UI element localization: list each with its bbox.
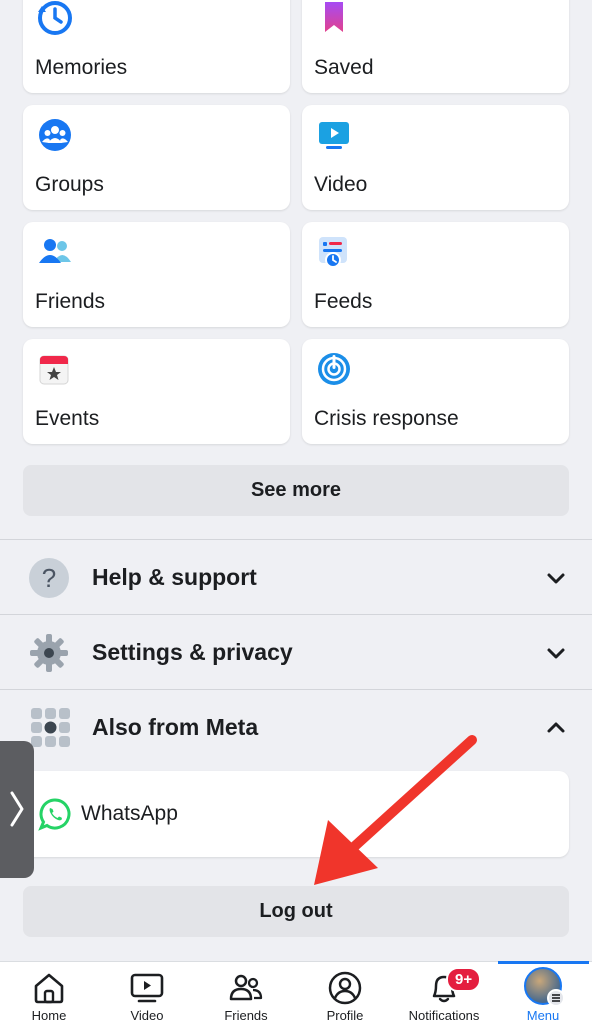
tab-friends[interactable]: Friends — [210, 962, 282, 1024]
chevron-down-icon — [547, 573, 565, 583]
tab-label: Menu — [526, 1008, 560, 1023]
tab-label: Profile — [326, 1008, 364, 1023]
tab-label: Notifications — [408, 1008, 480, 1023]
tab-profile[interactable]: Profile — [309, 962, 381, 1024]
tab-label: Home — [31, 1008, 67, 1023]
tab-video[interactable]: Video — [112, 962, 182, 1024]
apps-grid-icon — [31, 707, 70, 747]
notification-badge: 9+ — [446, 967, 482, 992]
whatsapp-item[interactable]: WhatsApp — [23, 771, 569, 857]
menu-icon — [547, 989, 565, 1007]
menu-page: Memories Saved Groups Video Friends Feed… — [0, 0, 592, 1024]
help-support-section[interactable]: ? Help & support — [0, 540, 592, 615]
bell-icon-wrap: 9+ — [426, 967, 482, 1005]
groups-icon — [39, 119, 71, 151]
tab-menu[interactable]: Menu — [506, 962, 580, 1024]
shortcut-label: Video — [314, 173, 368, 196]
shortcuts-grid: Memories Saved Groups Video Friends Feed… — [23, 0, 569, 444]
profile-icon — [328, 971, 362, 1005]
tab-label: Video — [130, 1008, 164, 1023]
bottom-tab-bar: Home Video Friends Profile 9+ Notificati… — [0, 961, 592, 1024]
shortcut-saved[interactable]: Saved — [302, 0, 569, 93]
shortcut-label: Friends — [35, 290, 106, 313]
chevron-up-icon — [547, 722, 565, 732]
whatsapp-icon — [38, 798, 71, 831]
memories-icon — [38, 1, 72, 35]
shortcut-crisis-response[interactable]: Crisis response — [302, 339, 569, 444]
side-drawer-handle[interactable] — [0, 741, 34, 878]
chevron-right-icon — [10, 791, 24, 827]
settings-privacy-section[interactable]: Settings & privacy — [0, 615, 592, 690]
shortcut-label: Feeds — [314, 290, 373, 313]
saved-icon — [325, 2, 343, 32]
help-icon: ? — [29, 557, 69, 598]
chevron-down-icon — [547, 648, 565, 658]
shortcut-events[interactable]: Events — [23, 339, 290, 444]
shortcut-video[interactable]: Video — [302, 105, 569, 210]
whatsapp-label: WhatsApp — [81, 802, 178, 825]
shortcut-label: Events — [35, 407, 100, 430]
gear-icon — [30, 633, 68, 672]
shortcut-label: Groups — [35, 173, 104, 196]
shortcut-label: Crisis response — [314, 407, 459, 430]
avatar — [524, 967, 565, 1007]
section-label: Also from Meta — [92, 714, 259, 740]
feeds-icon — [319, 237, 347, 268]
tab-notifications[interactable]: 9+ Notifications — [400, 962, 488, 1024]
crisis-response-icon — [318, 353, 350, 385]
log-out-button[interactable]: Log out — [23, 886, 569, 937]
section-label: Help & support — [92, 564, 257, 590]
friends-icon — [39, 239, 71, 263]
shortcut-feeds[interactable]: Feeds — [302, 222, 569, 327]
svg-text:?: ? — [42, 563, 56, 593]
tab-label: Friends — [224, 1008, 268, 1023]
shortcut-label: Saved — [314, 56, 374, 79]
shortcut-groups[interactable]: Groups — [23, 105, 290, 210]
video-icon — [319, 122, 349, 149]
section-label: Settings & privacy — [92, 639, 293, 665]
video-play-icon — [130, 973, 164, 1003]
shortcut-label: Memories — [35, 56, 128, 79]
see-more-button[interactable]: See more — [23, 465, 569, 516]
shortcut-friends[interactable]: Friends — [23, 222, 290, 327]
friends-tab-icon — [229, 974, 263, 1001]
home-icon — [34, 973, 64, 1004]
also-from-meta-section[interactable]: Also from Meta — [0, 690, 592, 765]
events-icon — [39, 355, 69, 385]
tab-home[interactable]: Home — [14, 962, 84, 1024]
shortcut-memories[interactable]: Memories — [23, 0, 290, 93]
